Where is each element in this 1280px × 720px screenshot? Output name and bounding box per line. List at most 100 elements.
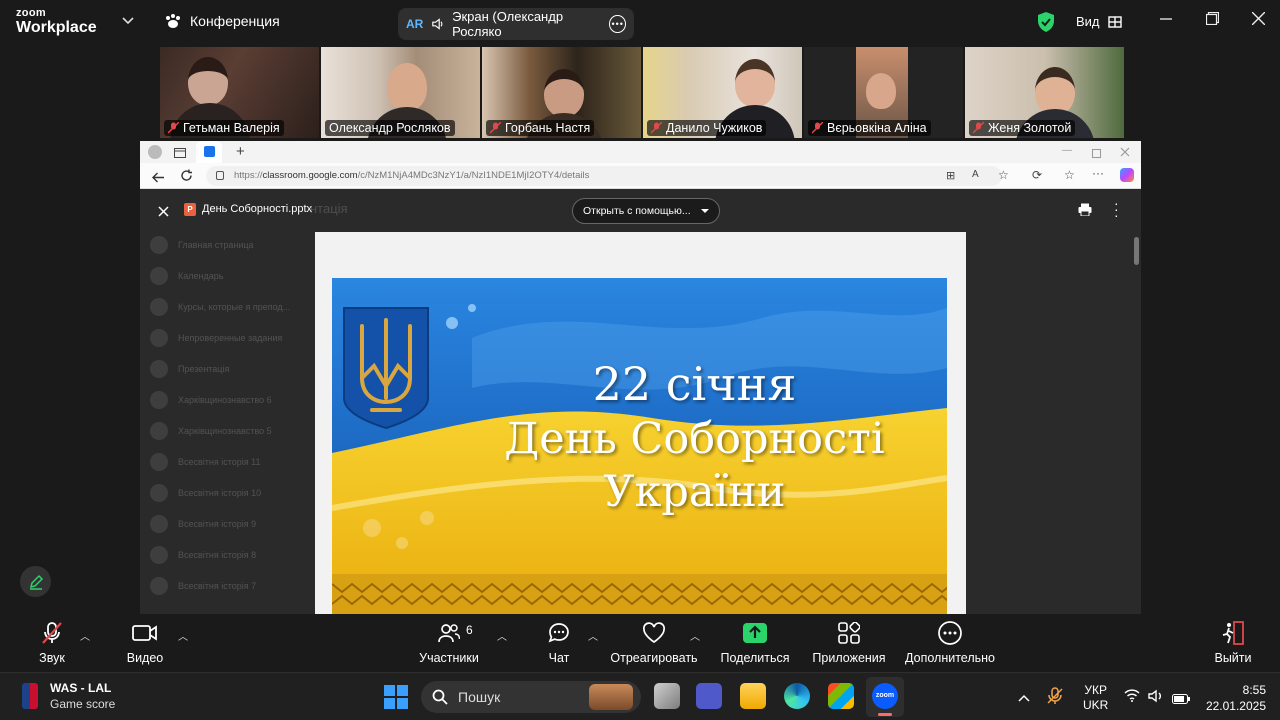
share-label: Экран (Олександр Росляко bbox=[452, 9, 564, 39]
open-with-dropdown[interactable]: Открыть с помощью... bbox=[572, 198, 720, 224]
leave-label: Выйти bbox=[1214, 651, 1252, 665]
video-options-caret-icon[interactable]: ︿ bbox=[178, 628, 188, 643]
teams-icon[interactable] bbox=[696, 683, 722, 709]
sidebar-item: Харківщинознавство 5 bbox=[150, 415, 310, 446]
tab-classroom[interactable] bbox=[196, 141, 222, 163]
sports-widget[interactable]: WAS - LAL Game score bbox=[22, 681, 115, 711]
copilot-icon[interactable] bbox=[1120, 168, 1134, 182]
zoom-taskbar-item[interactable]: zoom bbox=[866, 677, 904, 717]
browser-tab-bar: + — bbox=[140, 141, 1141, 163]
video-tile[interactable]: Женя Золотой bbox=[965, 47, 1124, 138]
favorites-icon[interactable]: ☆ bbox=[1064, 168, 1075, 182]
slide-country: України bbox=[603, 467, 786, 517]
search-highlight-image bbox=[589, 684, 633, 710]
calendar-icon bbox=[150, 266, 168, 285]
language-indicator[interactable]: УКР UKR bbox=[1083, 683, 1108, 713]
browser-restore-icon[interactable] bbox=[1092, 145, 1101, 163]
file-explorer-icon[interactable] bbox=[740, 683, 766, 709]
meeting-info[interactable]: Конференция bbox=[164, 13, 280, 29]
store-icon[interactable] bbox=[828, 683, 854, 709]
screen-share-indicator[interactable]: AR Экран (Олександр Росляко ••• bbox=[398, 8, 634, 40]
shared-browser-window: + — https://classroom.google.com/c/NzM1N… bbox=[140, 141, 1141, 614]
classroom-sidebar-dimmed: нтація Главная страница Календарь Курсы,… bbox=[150, 201, 348, 609]
course-avatar-icon bbox=[150, 545, 168, 564]
security-shield-icon[interactable] bbox=[1036, 11, 1056, 38]
react-options-caret-icon[interactable]: ︿ bbox=[690, 628, 700, 643]
sidebar-item: Всесвітня історія 7 bbox=[150, 570, 310, 601]
profile-icon[interactable] bbox=[148, 145, 162, 159]
participant-name-tag: Горбань Настя bbox=[486, 120, 595, 136]
refresh-icon[interactable] bbox=[180, 169, 193, 187]
clock[interactable]: 8:55 22.01.2025 bbox=[1196, 682, 1266, 714]
tab-actions-icon[interactable] bbox=[174, 146, 186, 164]
read-aloud-icon[interactable]: A bbox=[972, 169, 979, 180]
start-windows-icon[interactable] bbox=[384, 685, 408, 709]
participants-options-caret-icon[interactable]: ︿ bbox=[497, 628, 507, 643]
battery-icon[interactable] bbox=[1172, 691, 1190, 709]
volume-icon[interactable] bbox=[1148, 689, 1164, 708]
task-view-icon[interactable] bbox=[654, 683, 680, 709]
url-host: classroom.google.com bbox=[262, 170, 358, 181]
back-icon[interactable] bbox=[152, 170, 164, 188]
print-icon[interactable] bbox=[1078, 203, 1092, 221]
share-screen-button[interactable]: Поделиться bbox=[718, 614, 792, 672]
browser-close-icon[interactable] bbox=[1120, 144, 1130, 162]
leave-button[interactable]: Выйти bbox=[1210, 614, 1256, 672]
video-tile[interactable]: Горбань Настя bbox=[482, 47, 641, 138]
view-button[interactable]: Вид bbox=[1076, 14, 1122, 29]
video-button[interactable]: Видео bbox=[122, 614, 168, 672]
settings-more-icon[interactable]: ··· bbox=[1092, 166, 1104, 180]
react-button[interactable]: Отреагировать bbox=[608, 614, 700, 672]
sidebar-item: Всесвітня історія 11 bbox=[150, 446, 310, 477]
grid-icon bbox=[1107, 15, 1122, 28]
minimize-icon[interactable] bbox=[1160, 12, 1172, 30]
participant-name: Олександр Росляков bbox=[329, 121, 451, 135]
participants-button[interactable]: 6 Участники bbox=[414, 614, 484, 672]
tray-overflow-icon[interactable] bbox=[1018, 689, 1030, 707]
chat-button[interactable]: Чат bbox=[540, 614, 578, 672]
course-avatar-icon bbox=[150, 359, 168, 378]
scrollbar[interactable] bbox=[1134, 237, 1139, 265]
participant-name-tag: Женя Золотой bbox=[969, 120, 1076, 136]
audio-button[interactable]: Звук bbox=[30, 614, 74, 672]
video-tile[interactable]: Олександр Росляков bbox=[321, 47, 480, 138]
restore-icon[interactable] bbox=[1205, 11, 1220, 30]
close-preview-icon[interactable] bbox=[158, 204, 169, 222]
participant-name-tag: Олександр Росляков bbox=[325, 120, 455, 136]
favorite-star-icon[interactable]: ☆ bbox=[998, 168, 1009, 182]
taskbar-search[interactable]: Пошук bbox=[421, 681, 641, 713]
chat-icon bbox=[548, 621, 570, 645]
sidebar-item: Всесвітня історія 10 bbox=[150, 477, 310, 508]
more-vert-icon[interactable]: · · · bbox=[1114, 196, 1119, 222]
url-field[interactable]: https://classroom.google.com/c/NzM1NjA4M… bbox=[206, 166, 1002, 186]
extensions-icon[interactable]: ⟳ bbox=[1032, 168, 1042, 182]
apps-label: Приложения bbox=[812, 651, 886, 665]
more-button[interactable]: Дополнительно bbox=[900, 614, 1000, 672]
slide-date: 22 січня bbox=[592, 357, 797, 411]
video-tile[interactable]: Вєрьовкіна Аліна bbox=[804, 47, 963, 138]
more-options-icon[interactable]: ••• bbox=[609, 15, 626, 33]
app-available-icon[interactable]: ⊞ bbox=[946, 169, 955, 182]
wifi-icon[interactable] bbox=[1124, 689, 1140, 707]
participants-label: Участники bbox=[419, 651, 479, 665]
video-tile[interactable]: Данило Чужиков bbox=[643, 47, 802, 138]
mic-off-icon bbox=[651, 122, 662, 134]
close-icon[interactable] bbox=[1251, 11, 1266, 30]
chevron-down-icon[interactable] bbox=[122, 14, 134, 28]
apps-button[interactable]: Приложения bbox=[808, 614, 890, 672]
audio-options-caret-icon[interactable]: ︿ bbox=[80, 628, 90, 643]
annotate-pen-icon[interactable] bbox=[20, 566, 51, 597]
mic-in-use-icon[interactable] bbox=[1046, 687, 1064, 710]
tasks-icon bbox=[150, 328, 168, 347]
chat-options-caret-icon[interactable]: ︿ bbox=[588, 628, 598, 643]
slide-holiday: День Соборності bbox=[504, 414, 885, 464]
video-label: Видео bbox=[126, 651, 164, 665]
viewer-header: P День Соборності.pptx Открыть с помощью… bbox=[140, 189, 1141, 233]
video-tile[interactable]: Гетьман Валерія bbox=[160, 47, 319, 138]
clock-date: 22.01.2025 bbox=[1205, 699, 1266, 713]
game-title: WAS - LAL bbox=[50, 681, 112, 695]
browser-minimize-icon[interactable]: — bbox=[1062, 145, 1072, 156]
new-tab-button[interactable]: + bbox=[236, 143, 245, 160]
url-path: /c/NzM1NjA4MDc3NzY1/a/NzI1NDE1MjI2OTY4/d… bbox=[357, 170, 590, 181]
edge-browser-icon[interactable] bbox=[784, 683, 810, 709]
